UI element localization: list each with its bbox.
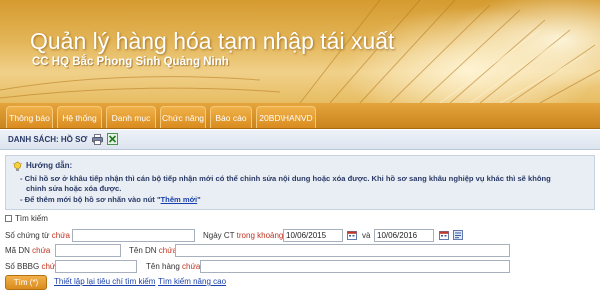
ma-dn-label: Mã DN chứa [5,246,50,255]
add-new-link[interactable]: Thêm mới [161,195,198,204]
nav-item-danh-muc[interactable]: Danh mục [106,106,156,128]
nav-item-chuc-nang[interactable]: Chức năng [160,106,206,128]
nav-item-he-thong[interactable]: Hệ thống [57,106,102,128]
main-nav: Thông báo Hệ thống Danh mục Chức năng Bá… [0,103,600,129]
ten-hang-input[interactable] [200,260,510,273]
ma-dn-text: Mã DN [5,246,30,255]
app-title: Quản lý hàng hóa tạm nhập tái xuất [30,28,395,54]
guide-line-3-suffix: " [197,195,201,204]
so-bbbg-text: Số BBBG [5,262,40,271]
ten-hang-condition[interactable]: chứa [182,262,200,271]
date-from-input[interactable] [283,229,343,242]
ten-dn-text: Tên DN [129,246,157,255]
ten-hang-label: Tên hàng chứa [146,262,200,271]
so-bbbg-input[interactable] [55,260,137,273]
guide-line-2: chỉnh sửa hoặc xóa được. [26,184,122,193]
guide-line-3: - Để thêm mới bộ hồ sơ nhấn vào nút "Thê… [20,195,201,204]
section-title: DANH SÁCH: HỒ SƠ [8,135,88,144]
ten-hang-text: Tên hàng [146,262,180,271]
ten-dn-label: Tên DN chứa [129,246,177,255]
ngay-ct-text: Ngày CT [203,231,235,240]
calendar-options-icon[interactable] [453,230,463,240]
so-chung-tu-condition[interactable]: chứa [52,231,70,240]
so-bbbg-label: Số BBBG chứa [5,262,60,271]
so-chung-tu-input[interactable] [72,229,195,242]
advanced-search-link[interactable]: Tìm kiếm nâng cao [158,277,226,286]
ngay-ct-condition[interactable]: trong khoảng [237,231,284,240]
search-toggle[interactable]: Tìm kiếm [5,214,48,223]
excel-icon[interactable] [107,133,118,145]
guide-heading: Hướng dẫn: [26,161,73,170]
nav-item-user[interactable]: 20BD\HANVD [256,106,316,128]
nav-item-thong-bao[interactable]: Thông báo [6,106,53,128]
ten-dn-input[interactable] [175,244,510,257]
ngay-ct-label: Ngày CT trong khoảng [203,231,283,240]
search-button[interactable]: Tìm (*) [5,275,47,290]
header-banner: Quản lý hàng hóa tạm nhập tái xuất CC HQ… [0,0,600,103]
ma-dn-input[interactable] [55,244,121,257]
lightbulb-icon [12,161,23,171]
printer-icon[interactable] [92,134,103,145]
guide-box: Hướng dẫn: - Chỉ hồ sơ ở khâu tiếp nhận … [5,155,595,210]
reset-criteria-link[interactable]: Thiết lập lại tiêu chí tìm kiếm [54,277,155,286]
calendar-from-icon[interactable] [347,230,357,240]
date-to-input[interactable] [374,229,434,242]
ma-dn-condition[interactable]: chứa [32,246,50,255]
so-chung-tu-text: Số chứng từ [5,231,50,240]
calendar-to-icon[interactable] [439,230,449,240]
guide-line-1: - Chỉ hồ sơ ở khâu tiếp nhận thì cán bộ … [20,174,551,183]
nav-item-bao-cao[interactable]: Báo cáo [210,106,252,128]
so-chung-tu-label: Số chứng từ chứa [5,231,70,240]
and-label: và [362,231,371,240]
list-section-header: DANH SÁCH: HỒ SƠ [0,130,600,150]
guide-line-3-prefix: - Để thêm mới bộ hồ sơ nhấn vào nút " [20,195,161,204]
search-toggle-label: Tìm kiếm [15,214,48,223]
app-subtitle: CC HQ Bắc Phong Sinh Quảng Ninh [32,56,229,68]
collapse-checkbox-icon[interactable] [5,215,12,222]
